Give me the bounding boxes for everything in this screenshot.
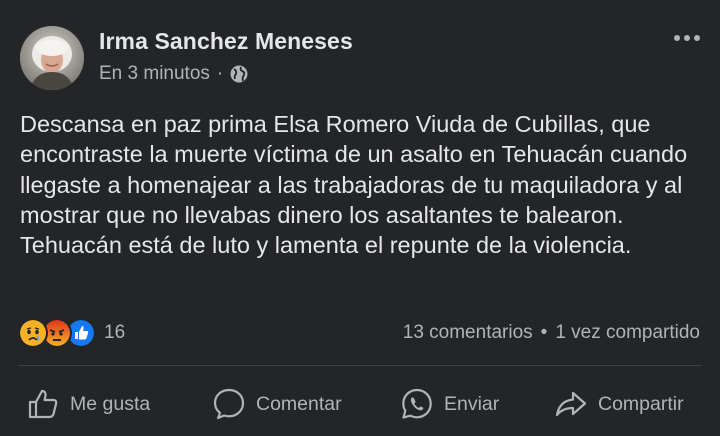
send-label: Enviar	[444, 392, 500, 415]
share-arrow-icon	[555, 391, 587, 417]
like-button[interactable]: Me gusta	[26, 382, 150, 426]
comment-label: Comentar	[256, 392, 342, 415]
thumbs-up-icon	[28, 389, 58, 419]
author-name[interactable]: Irma Sanchez Meneses	[99, 28, 353, 55]
stats-separator: •	[540, 322, 548, 343]
post-time[interactable]: En 3 minutos	[99, 63, 210, 85]
avatar-image	[20, 26, 84, 90]
divider	[18, 365, 702, 366]
action-bar: Me gusta Comentar Enviar Compartir	[0, 382, 720, 426]
post-stats: 13 comentarios • 1 vez compartido	[403, 322, 700, 344]
comment-bubble-icon	[213, 388, 245, 420]
reaction-icons	[18, 318, 102, 348]
send-button[interactable]: Enviar	[400, 382, 499, 426]
share-label: Compartir	[598, 392, 684, 415]
comments-count[interactable]: 13 comentarios	[403, 322, 533, 344]
sad-reaction-icon	[18, 318, 48, 348]
whatsapp-icon	[402, 388, 432, 419]
like-label: Me gusta	[70, 392, 151, 415]
share-button[interactable]: Compartir	[554, 382, 684, 426]
post-body: Descansa en paz prima Elsa Romero Viuda …	[20, 111, 688, 259]
meta-separator: ·	[216, 63, 224, 84]
comment-button[interactable]: Comentar	[212, 382, 342, 426]
post-meta: En 3 minutos ·	[99, 63, 249, 85]
shares-count[interactable]: 1 vez compartido	[555, 322, 700, 344]
author-avatar[interactable]	[20, 26, 84, 90]
globe-icon	[229, 64, 249, 84]
reaction-count[interactable]: 16	[104, 322, 125, 344]
more-options-icon[interactable]	[672, 26, 702, 50]
reactions-summary[interactable]: 16	[18, 318, 125, 348]
